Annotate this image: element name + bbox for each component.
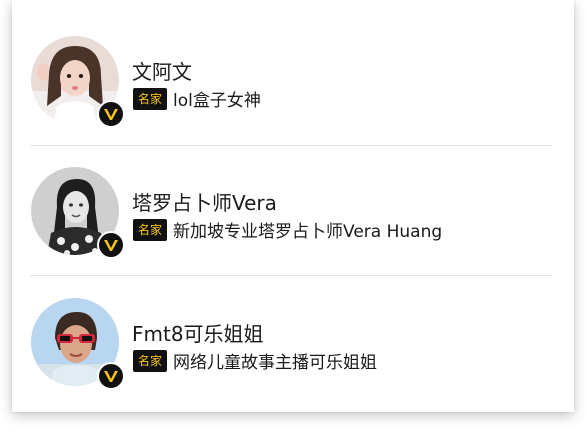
user-name: 塔罗占卜师Vera [132, 191, 277, 215]
list-item[interactable]: Fmt8可乐姐姐 名家 网络儿童故事主播可乐姐姐 [12, 276, 574, 406]
user-description: lol盒子女神 [173, 91, 261, 111]
user-description: 新加坡专业塔罗占卜师Vera Huang [173, 222, 443, 242]
verified-v-icon [97, 100, 125, 128]
tagline: 名家 新加坡专业塔罗占卜师Vera Huang [133, 217, 442, 242]
status-badge: 名家 [133, 349, 168, 372]
user-name: 文阿文 [132, 60, 192, 84]
verified-v-icon [97, 231, 125, 259]
avatar[interactable] [31, 167, 125, 259]
status-badge: 名家 [133, 218, 168, 241]
list-item[interactable]: 塔罗占卜师Vera 名家 新加坡专业塔罗占卜师Vera Huang [12, 145, 574, 275]
status-badge: 名家 [133, 87, 168, 110]
tagline: 名家 lol盒子女神 [133, 86, 261, 111]
user-list-card: 文阿文 名家 lol盒子女神 塔罗占卜师Vera 名家 新加坡专业塔罗占卜师Ve… [12, 0, 574, 412]
avatar[interactable] [31, 36, 125, 128]
verified-v-icon [97, 362, 125, 390]
user-name: Fmt8可乐姐姐 [132, 322, 264, 346]
tagline: 名家 网络儿童故事主播可乐姐姐 [133, 348, 377, 373]
user-description: 网络儿童故事主播可乐姐姐 [173, 353, 378, 373]
avatar[interactable] [31, 298, 125, 390]
list-item[interactable]: 文阿文 名家 lol盒子女神 [12, 14, 574, 144]
